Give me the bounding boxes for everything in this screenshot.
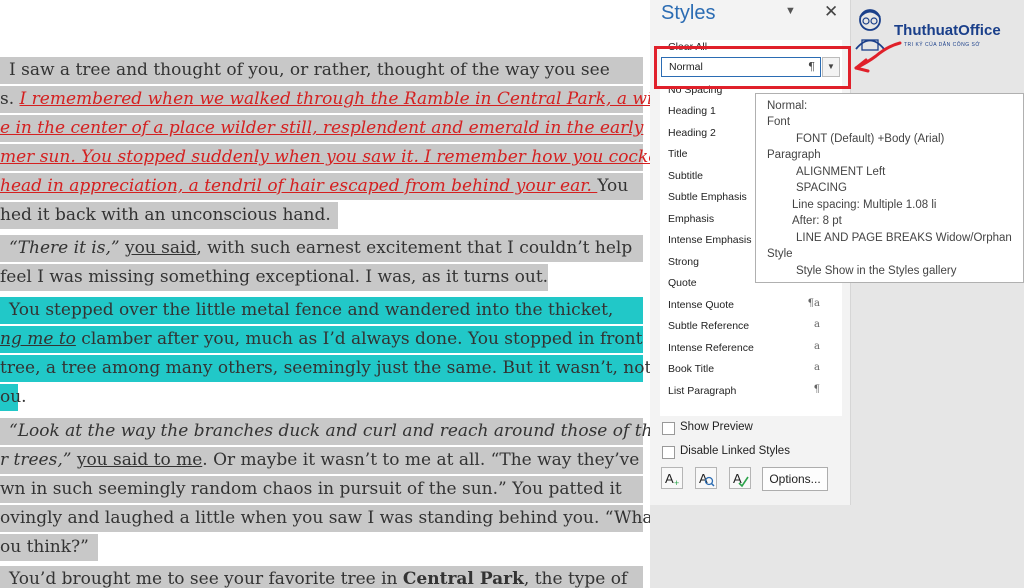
doc-line[interactable]: feel I was missing something exceptional… (0, 264, 548, 291)
doc-text: “Look at the way the branches duck and c… (9, 421, 650, 441)
style-item-quote[interactable]: Quote (668, 277, 697, 289)
doc-text-underlined: you said to me (76, 450, 203, 470)
doc-text: , with such earnest excitement that I co… (196, 238, 633, 258)
tooltip-line: FONT (Default) +Body (Arial) (796, 133, 945, 145)
style-item-heading-1[interactable]: Heading 1 (668, 105, 716, 117)
doc-line[interactable]: r trees,” you said to me. Or maybe it wa… (0, 447, 643, 474)
doc-line[interactable]: wn in such seemingly random chaos in pur… (0, 476, 643, 503)
new-style-button[interactable]: A + (661, 467, 683, 489)
tooltip-line: Style Show in the Styles gallery (796, 265, 957, 277)
doc-text: tree, a tree among many others, seemingl… (0, 358, 650, 378)
style-item-emphasis[interactable]: Emphasis (668, 213, 714, 225)
doc-text: ovingly and laughed a little when you sa… (0, 508, 650, 528)
annotation-arrow-icon (854, 41, 902, 73)
close-icon[interactable]: ✕ (824, 2, 838, 22)
style-item-title[interactable]: Title (668, 148, 687, 160)
character-style-icon: a (814, 341, 820, 352)
doc-text: r trees,” (0, 450, 72, 470)
manage-styles-button[interactable]: A (729, 467, 751, 489)
tooltip-line: Paragraph (767, 149, 821, 161)
tooltip-line: After: 8 pt (792, 215, 842, 227)
tooltip-line: Style (767, 248, 793, 260)
doc-line[interactable]: tree, a tree among many others, seemingl… (0, 355, 650, 382)
doc-text: s. (0, 89, 20, 109)
style-item-heading-2[interactable]: Heading 2 (668, 127, 716, 139)
paragraph-mark-icon: ¶ (813, 384, 820, 395)
manage-styles-icon: A (733, 471, 749, 488)
doc-line[interactable]: ng me to clamber after you, much as I’d … (0, 326, 643, 353)
tooltip-line: Normal: (767, 100, 808, 112)
tooltip-line: SPACING (796, 182, 847, 194)
style-inspector-button[interactable]: A (695, 467, 717, 489)
style-item-subtle-reference[interactable]: Subtle Reference (668, 320, 749, 332)
doc-line[interactable]: ovingly and laughed a little when you sa… (0, 505, 650, 532)
doc-text: You stepped over the little metal fence … (9, 300, 614, 320)
tooltip-line: Line spacing: Multiple 1.08 li (792, 199, 937, 211)
style-inspector-icon: A (699, 471, 715, 487)
doc-text-red: e in the center of a place wilder still,… (0, 118, 644, 138)
new-style-icon: A + (665, 471, 679, 488)
style-item-subtitle[interactable]: Subtitle (668, 170, 703, 182)
highlight-annotation-box (654, 46, 851, 89)
doc-line[interactable]: mer sun. You stopped suddenly when you s… (0, 144, 650, 171)
doc-line[interactable]: “Look at the way the branches duck and c… (0, 418, 650, 445)
doc-line[interactable]: You stepped over the little metal fence … (0, 297, 643, 324)
character-style-icon: a (814, 319, 820, 330)
doc-text-bold: Central Park (402, 569, 524, 588)
doc-text: clamber after you, much as I’d always do… (75, 329, 643, 349)
doc-text: You’d brought me to see your favorite tr… (9, 569, 403, 588)
show-preview-label: Show Preview (680, 421, 753, 433)
style-item-intense-quote[interactable]: Intense Quote (668, 299, 734, 311)
tooltip-line: Font (767, 116, 791, 128)
doc-text: I saw a tree and thought of you, or rath… (9, 60, 610, 80)
doc-line[interactable]: I saw a tree and thought of you, or rath… (0, 57, 643, 84)
style-item-list-paragraph[interactable]: List Paragraph (668, 385, 736, 397)
logo-tagline: TRI KỶ CỦA DÂN CÔNG SỞ (904, 42, 981, 48)
disable-linked-styles-label: Disable Linked Styles (680, 445, 790, 457)
doc-text-underlined: you said (124, 238, 197, 258)
doc-line[interactable]: “There it is,” you said, with such earne… (0, 235, 643, 262)
doc-line[interactable]: s. I remembered when we walked through t… (0, 86, 650, 113)
style-item-intense-emphasis[interactable]: Intense Emphasis (668, 234, 751, 246)
doc-line[interactable]: ou think?” (0, 534, 98, 561)
doc-text: hed it back with an unconscious hand. (0, 205, 331, 225)
character-style-icon: a (814, 362, 820, 373)
doc-line[interactable]: hed it back with an unconscious hand. (0, 202, 338, 229)
style-tooltip: Normal: Font FONT (Default) +Body (Arial… (755, 93, 1024, 283)
doc-text: . Or maybe it wasn’t to me at all. “The … (202, 450, 640, 470)
svg-text:A: A (665, 471, 674, 486)
disable-linked-styles-checkbox[interactable] (662, 446, 675, 459)
svg-text:+: + (674, 478, 679, 488)
doc-text: feel I was missing something exceptional… (0, 267, 549, 287)
styles-pane-title: Styles (661, 2, 716, 24)
doc-text-red: mer sun. You stopped suddenly when you s… (0, 147, 650, 167)
style-item-subtle-emphasis[interactable]: Subtle Emphasis (668, 191, 747, 203)
style-item-intense-reference[interactable]: Intense Reference (668, 342, 754, 354)
doc-text: “There it is,” (9, 238, 120, 258)
tooltip-line: LINE AND PAGE BREAKS Widow/Orphan (796, 232, 1012, 244)
doc-line[interactable]: head in appreciation, a tendril of hair … (0, 173, 643, 200)
tooltip-line: ALIGNMENT Left (796, 166, 886, 178)
pane-options-dropdown-icon[interactable]: ▼ (785, 5, 796, 17)
doc-text: wn in such seemingly random chaos in pur… (0, 479, 622, 499)
doc-text: You (597, 176, 629, 196)
options-button[interactable]: Options... (762, 467, 828, 491)
linked-style-icon: ¶a (807, 298, 820, 309)
doc-text-red: I remembered when we walked through the … (19, 89, 650, 109)
document-page[interactable]: I saw a tree and thought of you, or rath… (0, 0, 650, 588)
doc-line[interactable]: ou. (0, 384, 27, 411)
show-preview-checkbox[interactable] (662, 422, 675, 435)
style-item-strong[interactable]: Strong (668, 256, 699, 268)
doc-text-italic: ng me to (0, 329, 76, 349)
doc-text: ou think?” (0, 537, 89, 557)
doc-line[interactable]: e in the center of a place wilder still,… (0, 115, 643, 142)
doc-text-red: head in appreciation, a tendril of hair … (0, 176, 598, 196)
doc-line[interactable]: You’d brought me to see your favorite tr… (0, 566, 643, 588)
style-item-book-title[interactable]: Book Title (668, 363, 714, 375)
logo-wordmark: ThuthuatOffice (894, 22, 1001, 39)
doc-text: , the type of (523, 569, 628, 588)
doc-text: ou. (0, 387, 27, 407)
